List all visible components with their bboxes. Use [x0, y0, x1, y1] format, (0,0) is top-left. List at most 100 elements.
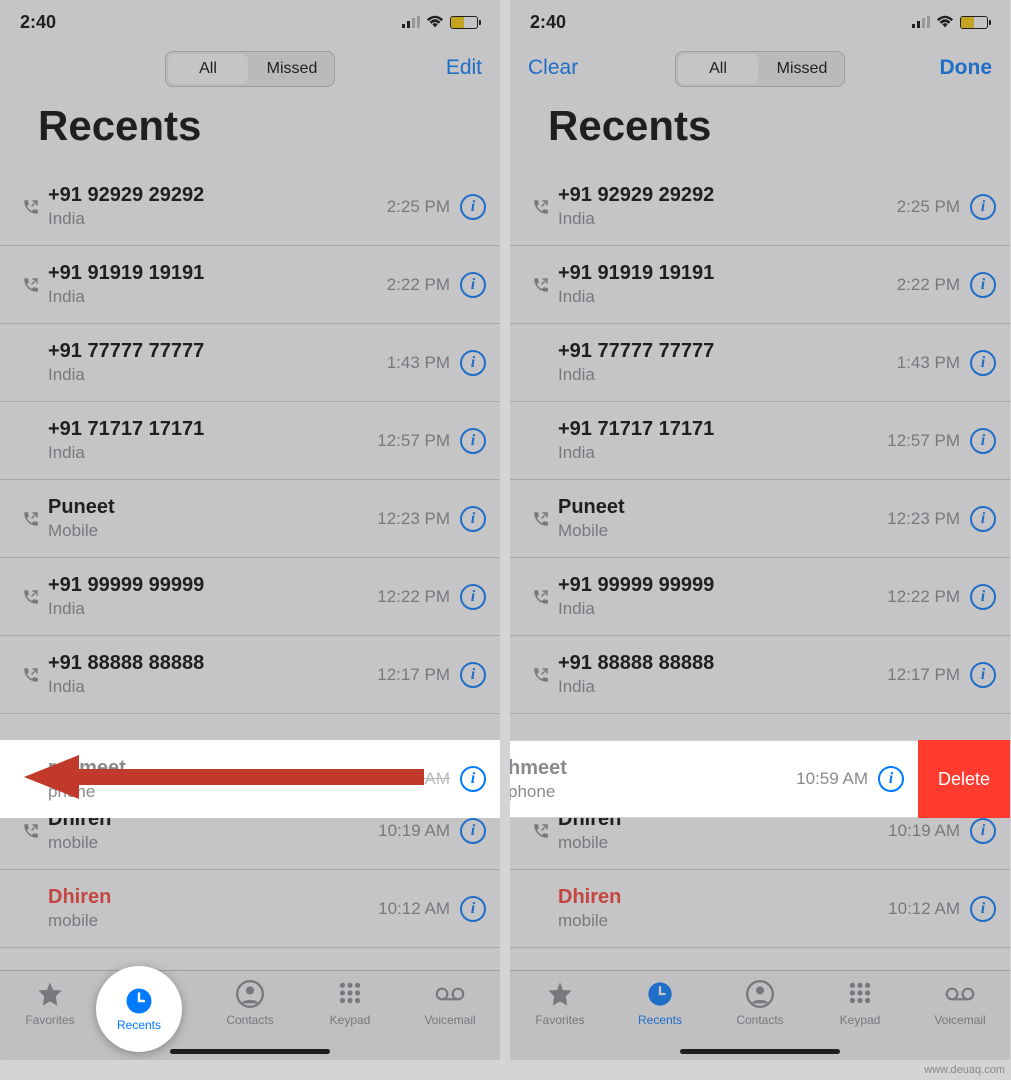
tab-label: Contacts — [736, 1013, 783, 1027]
call-row[interactable]: +91 99999 99999India12:22 PMi — [0, 558, 500, 636]
call-row[interactable]: +91 71717 17171India12:57 PMi — [0, 402, 500, 480]
home-indicator[interactable] — [170, 1049, 330, 1054]
outgoing-call-icon — [14, 510, 48, 528]
info-icon[interactable]: i — [460, 350, 486, 376]
star-icon — [35, 979, 65, 1009]
outgoing-call-icon — [14, 666, 48, 684]
battery-icon — [450, 16, 478, 29]
star-icon — [545, 979, 575, 1009]
call-row-sub: India — [558, 599, 887, 619]
call-row-sub: mobile — [48, 911, 378, 931]
phone-right: 2:40 Clear All Missed Done Recents +91 9… — [510, 0, 1010, 1060]
call-row-sub: India — [48, 365, 387, 385]
call-row[interactable]: +91 77777 77777India1:43 PMi — [0, 324, 500, 402]
call-row-time: 2:22 PM — [897, 275, 960, 295]
info-icon[interactable]: i — [460, 896, 486, 922]
swipe-highlight-row[interactable]: rshmeet phone 10:59 AM i — [0, 740, 500, 818]
call-row-time: 10:12 AM — [888, 899, 960, 919]
info-icon[interactable]: i — [970, 272, 996, 298]
tab-keypad[interactable]: Keypad — [820, 979, 900, 1060]
status-time: 2:40 — [20, 12, 56, 33]
info-icon[interactable]: i — [970, 506, 996, 532]
call-row-time: 12:57 PM — [887, 431, 960, 451]
call-row[interactable]: +91 91919 19191India2:22 PMi — [510, 246, 1010, 324]
call-row[interactable]: +91 92929 29292India2:25 PMi — [510, 168, 1010, 246]
info-icon[interactable]: i — [460, 272, 486, 298]
call-row[interactable]: PuneetMobile12:23 PMi — [0, 480, 500, 558]
info-icon[interactable]: i — [970, 194, 996, 220]
info-icon[interactable]: i — [970, 818, 996, 844]
tab-contacts[interactable]: Contacts — [720, 979, 800, 1060]
tab-contacts[interactable]: Contacts — [210, 979, 290, 1060]
call-row-time: 12:22 PM — [377, 587, 450, 607]
info-icon[interactable]: i — [970, 662, 996, 688]
call-row[interactable]: +91 88888 88888India12:17 PMi — [510, 636, 1010, 714]
seg-missed[interactable]: Missed — [760, 52, 844, 86]
battery-icon — [960, 16, 988, 29]
call-list: +91 92929 29292India2:25 PMi+91 91919 19… — [510, 168, 1010, 948]
info-icon[interactable]: i — [460, 506, 486, 532]
call-row-time: 1:43 PM — [387, 353, 450, 373]
call-row-time: 12:23 PM — [377, 509, 450, 529]
tab-label: Favorites — [535, 1013, 584, 1027]
done-button[interactable]: Done — [940, 56, 993, 80]
status-bar: 2:40 — [0, 0, 500, 44]
tab-voicemail[interactable]: Voicemail — [920, 979, 1000, 1060]
status-bar: 2:40 — [510, 0, 1010, 44]
info-icon[interactable]: i — [460, 766, 486, 792]
info-icon[interactable]: i — [460, 194, 486, 220]
tab-label: Keypad — [330, 1013, 371, 1027]
outgoing-call-icon — [14, 276, 48, 294]
call-row-sub: India — [48, 677, 377, 697]
seg-missed[interactable]: Missed — [250, 52, 334, 86]
seg-all[interactable]: All — [168, 54, 248, 84]
seg-all[interactable]: All — [678, 54, 758, 84]
info-icon[interactable]: i — [460, 584, 486, 610]
call-row-time: 1:43 PM — [897, 353, 960, 373]
home-indicator[interactable] — [680, 1049, 840, 1054]
person-icon — [235, 979, 265, 1009]
tab-recents[interactable]: Recents — [620, 979, 700, 1060]
info-icon[interactable]: i — [970, 350, 996, 376]
call-row-sub: Mobile — [558, 521, 887, 541]
tab-keypad[interactable]: Keypad — [310, 979, 390, 1060]
keypad-icon — [335, 979, 365, 1009]
outgoing-call-icon — [524, 276, 558, 294]
clear-button[interactable]: Clear — [528, 56, 578, 80]
signal-icon — [912, 16, 930, 28]
info-icon[interactable]: i — [878, 766, 904, 792]
page-title: Recents — [510, 94, 1010, 168]
call-row[interactable]: Dhirenmobile10:12 AMi — [510, 870, 1010, 948]
tab-favorites[interactable]: Favorites — [520, 979, 600, 1060]
call-row-time: 12:17 PM — [887, 665, 960, 685]
segmented-control[interactable]: All Missed — [165, 51, 335, 87]
call-row-name: +91 99999 99999 — [48, 574, 377, 597]
call-row[interactable]: Dhirenmobile10:12 AMi — [0, 870, 500, 948]
call-row[interactable]: +91 99999 99999India12:22 PMi — [510, 558, 1010, 636]
person-icon — [745, 979, 775, 1009]
call-row-time: 12:23 PM — [887, 509, 960, 529]
call-row-sub: India — [558, 287, 897, 307]
call-row-sub: phone — [510, 782, 796, 802]
call-row[interactable]: +91 71717 17171India12:57 PMi — [510, 402, 1010, 480]
info-icon[interactable]: i — [970, 428, 996, 454]
info-icon[interactable]: i — [970, 896, 996, 922]
outgoing-call-icon — [14, 822, 48, 840]
call-row-time: 2:22 PM — [387, 275, 450, 295]
call-row[interactable]: PuneetMobile12:23 PMi — [510, 480, 1010, 558]
call-row[interactable]: +91 77777 77777India1:43 PMi — [510, 324, 1010, 402]
tab-favorites[interactable]: Favorites — [10, 979, 90, 1060]
delete-button[interactable]: Delete — [918, 740, 1010, 818]
segmented-control[interactable]: All Missed — [675, 51, 845, 87]
outgoing-call-icon — [524, 822, 558, 840]
tab-voicemail[interactable]: Voicemail — [410, 979, 490, 1060]
call-row[interactable]: +91 91919 19191India2:22 PMi — [0, 246, 500, 324]
info-icon[interactable]: i — [460, 818, 486, 844]
info-icon[interactable]: i — [460, 662, 486, 688]
info-icon[interactable]: i — [460, 428, 486, 454]
info-icon[interactable]: i — [970, 584, 996, 610]
call-row[interactable]: +91 88888 88888India12:17 PMi — [0, 636, 500, 714]
call-row[interactable]: +91 92929 29292India2:25 PMi — [0, 168, 500, 246]
edit-button[interactable]: Edit — [446, 56, 482, 80]
call-row-time: 10:59 AM — [378, 769, 450, 789]
